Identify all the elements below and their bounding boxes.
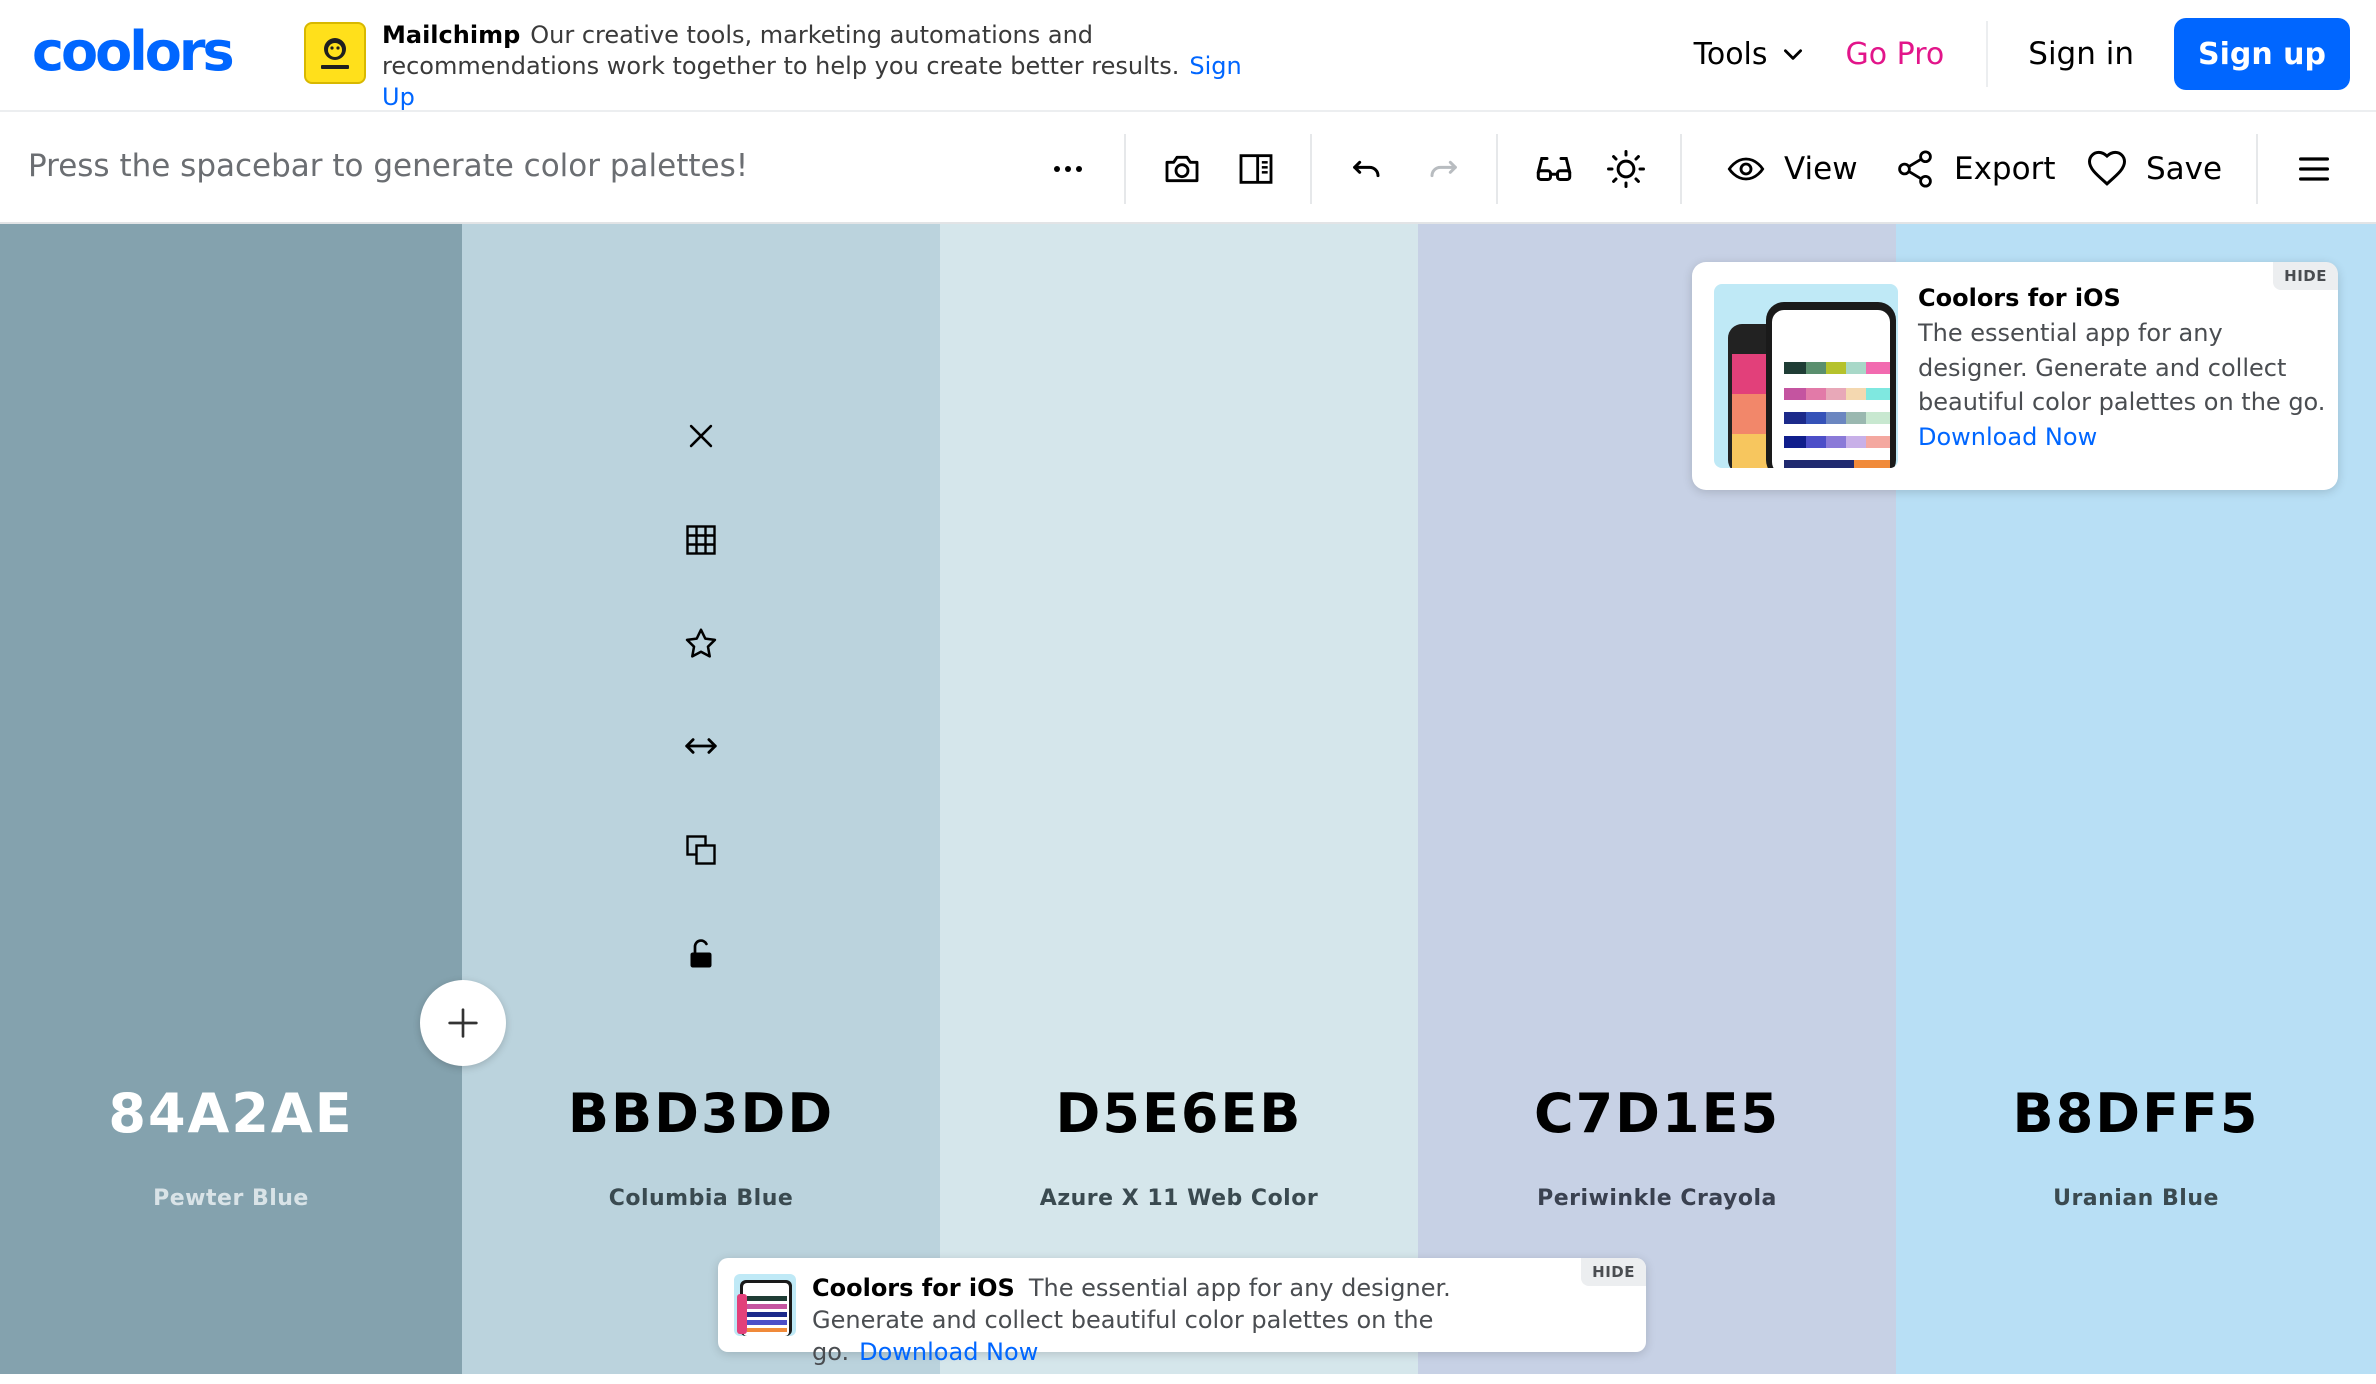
toolbar-divider — [1496, 134, 1498, 204]
color-hex[interactable]: BBD3DD — [462, 1082, 940, 1145]
tools-label: Tools — [1693, 36, 1768, 72]
toolbar-divider — [1680, 134, 1682, 204]
color-hex[interactable]: C7D1E5 — [1418, 1082, 1896, 1145]
color-name: Uranian Blue — [2053, 1186, 2219, 1211]
save-label: Save — [2146, 151, 2223, 187]
export-label: Export — [1954, 151, 2056, 187]
top-navbar: coolors Mailchimp Our creative tools, mar… — [0, 0, 2376, 112]
ios-banner-hide-button[interactable]: HIDE — [1581, 1258, 1646, 1286]
export-button[interactable]: Export — [1894, 141, 2055, 197]
color-name: Columbia Blue — [608, 1186, 794, 1211]
camera-icon — [1165, 155, 1199, 183]
view-shades-button[interactable] — [679, 518, 723, 562]
share-icon — [1898, 150, 1932, 188]
chevron-down-icon — [1783, 49, 1802, 60]
menu-icon — [2299, 157, 2329, 181]
ios-app-banner: Coolors for iOS The essential app for any… — [718, 1258, 1646, 1366]
grid-icon — [686, 525, 716, 555]
more-options-button[interactable] — [1046, 141, 1090, 197]
mailchimp-logo-icon[interactable] — [304, 22, 366, 84]
color-column[interactable]: BBD3DD Columbia Blue — [462, 224, 940, 1374]
arrows-horizontal-icon — [685, 738, 717, 754]
camera-button[interactable] — [1158, 141, 1206, 197]
undo-button[interactable] — [1344, 141, 1392, 197]
heart-icon — [2088, 150, 2126, 186]
ios-banner-download-link[interactable]: Download Now — [859, 1338, 1038, 1366]
glasses-icon — [1536, 157, 1572, 181]
nav-right: Tools Go Pro Sign in Sign up — [1694, 18, 2350, 90]
view-button[interactable]: View — [1726, 141, 1858, 197]
color-blindness-button[interactable] — [1530, 141, 1578, 197]
save-color-button[interactable] — [679, 622, 723, 666]
tools-menu[interactable]: Tools — [1694, 37, 1806, 72]
ad-text: Mailchimp Our creative tools, marketing a… — [382, 20, 1282, 113]
color-hex[interactable]: B8DFF5 — [1896, 1082, 2376, 1145]
toolbar-divider — [2256, 134, 2258, 204]
menu-button[interactable] — [2290, 141, 2338, 197]
eye-icon — [1727, 157, 1765, 181]
redo-button[interactable] — [1418, 141, 1466, 197]
toolbar-divider — [1124, 134, 1126, 204]
more-icon — [1054, 166, 1082, 172]
color-hex[interactable]: D5E6EB — [940, 1082, 1418, 1145]
ios-popup-download-link[interactable]: Download Now — [1918, 423, 2097, 451]
star-icon — [685, 628, 717, 658]
side-panel-button[interactable] — [1232, 141, 1280, 197]
close-icon — [689, 424, 713, 448]
coolors-logo[interactable]: coolors — [32, 22, 235, 82]
ios-app-screenshot — [1714, 284, 1898, 468]
remove-color-button[interactable] — [679, 414, 723, 458]
ios-popup-description: The essential app for any designer. Gene… — [1918, 316, 2328, 454]
ios-app-popup: Coolors for iOS The essential app for an… — [1692, 262, 2338, 490]
color-hex[interactable]: 84A2AE — [0, 1082, 462, 1145]
brightness-icon — [1607, 150, 1645, 188]
save-button[interactable]: Save — [2086, 141, 2222, 197]
mailchimp-ad[interactable]: Mailchimp Our creative tools, marketing a… — [304, 20, 1264, 111]
color-column[interactable]: 84A2AE Pewter Blue — [0, 224, 462, 1374]
color-column[interactable]: D5E6EB Azure X 11 Web Color — [940, 224, 1418, 1374]
lock-color-button[interactable] — [679, 932, 723, 976]
ad-brand: Mailchimp — [382, 21, 521, 49]
ios-banner-text: Coolors for iOS The essential app for any… — [812, 1272, 1532, 1368]
sign-in-link[interactable]: Sign in — [2028, 36, 2134, 72]
spacebar-hint: Press the spacebar to generate color pal… — [28, 148, 749, 184]
ios-popup-hide-button[interactable]: HIDE — [2273, 262, 2338, 290]
ios-banner-title: Coolors for iOS — [812, 1274, 1015, 1302]
go-pro-link[interactable]: Go Pro — [1846, 37, 1945, 72]
plus-icon — [448, 1008, 478, 1038]
drag-color-button[interactable] — [679, 724, 723, 768]
ios-banner-thumbnail — [734, 1274, 796, 1336]
color-name: Periwinkle Crayola — [1537, 1186, 1777, 1211]
add-color-button[interactable] — [420, 980, 506, 1066]
sign-up-button[interactable]: Sign up — [2174, 18, 2350, 90]
sidebar-panel-icon — [1239, 154, 1273, 184]
ios-popup-title: Coolors for iOS — [1918, 284, 2121, 312]
copy-hex-button[interactable] — [679, 828, 723, 872]
color-name: Azure X 11 Web Color — [1039, 1186, 1319, 1211]
ios-popup-text: The essential app for any designer. Gene… — [1918, 319, 2326, 416]
toolbar-divider — [1310, 134, 1312, 204]
adjust-palette-button[interactable] — [1602, 141, 1650, 197]
color-name: Pewter Blue — [153, 1186, 309, 1211]
copy-icon — [686, 835, 716, 865]
undo-icon — [1353, 160, 1380, 178]
unlock-icon — [690, 939, 712, 968]
view-label: View — [1784, 151, 1858, 187]
palette-toolbar: Press the spacebar to generate color pal… — [0, 114, 2376, 224]
nav-divider — [1986, 21, 1989, 87]
redo-icon — [1430, 160, 1457, 178]
